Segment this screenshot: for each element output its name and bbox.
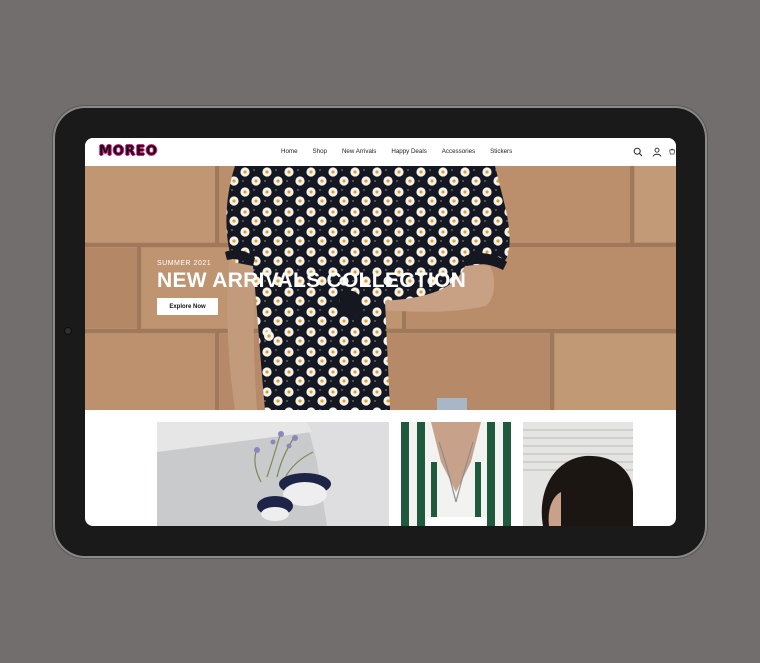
tablet-screen: MOREO Home Shop New Arrivals Happy Deals… bbox=[85, 138, 676, 526]
site-header: MOREO Home Shop New Arrivals Happy Deals… bbox=[85, 138, 676, 166]
hero-banner: SUMMER 2021 NEW ARRIVALS COLLECTION Expl… bbox=[85, 166, 676, 410]
main-nav: Home Shop New Arrivals Happy Deals Acces… bbox=[281, 147, 527, 157]
category-card-image bbox=[523, 422, 633, 526]
nav-link-new-arrivals[interactable]: New Arrivals bbox=[342, 147, 376, 157]
nav-link-happy-deals[interactable]: Happy Deals bbox=[391, 147, 426, 157]
search-icon[interactable] bbox=[631, 145, 645, 159]
nav-link-shop[interactable]: Shop bbox=[313, 147, 327, 157]
cart-icon[interactable] bbox=[669, 145, 676, 159]
nav-link-home[interactable]: Home bbox=[281, 147, 298, 157]
category-card-hair[interactable] bbox=[523, 422, 633, 526]
nav-link-stickers[interactable]: Stickers bbox=[490, 147, 512, 157]
nav-link-accessories[interactable]: Accessories bbox=[442, 147, 475, 157]
explore-now-button[interactable]: Explore Now bbox=[157, 298, 218, 315]
user-icon[interactable] bbox=[650, 145, 664, 159]
category-card-image bbox=[401, 422, 511, 526]
category-card-image bbox=[157, 422, 389, 526]
hero-subtitle: SUMMER 2021 bbox=[157, 260, 212, 267]
category-card-shirts[interactable] bbox=[401, 422, 511, 526]
hero-title: NEW ARRIVALS COLLECTION bbox=[157, 269, 467, 292]
category-cards bbox=[85, 410, 676, 526]
header-icons bbox=[626, 145, 676, 159]
front-camera bbox=[65, 328, 71, 334]
category-card-accessories[interactable] bbox=[157, 422, 389, 526]
brand-logo-text: MOREO bbox=[99, 144, 158, 159]
